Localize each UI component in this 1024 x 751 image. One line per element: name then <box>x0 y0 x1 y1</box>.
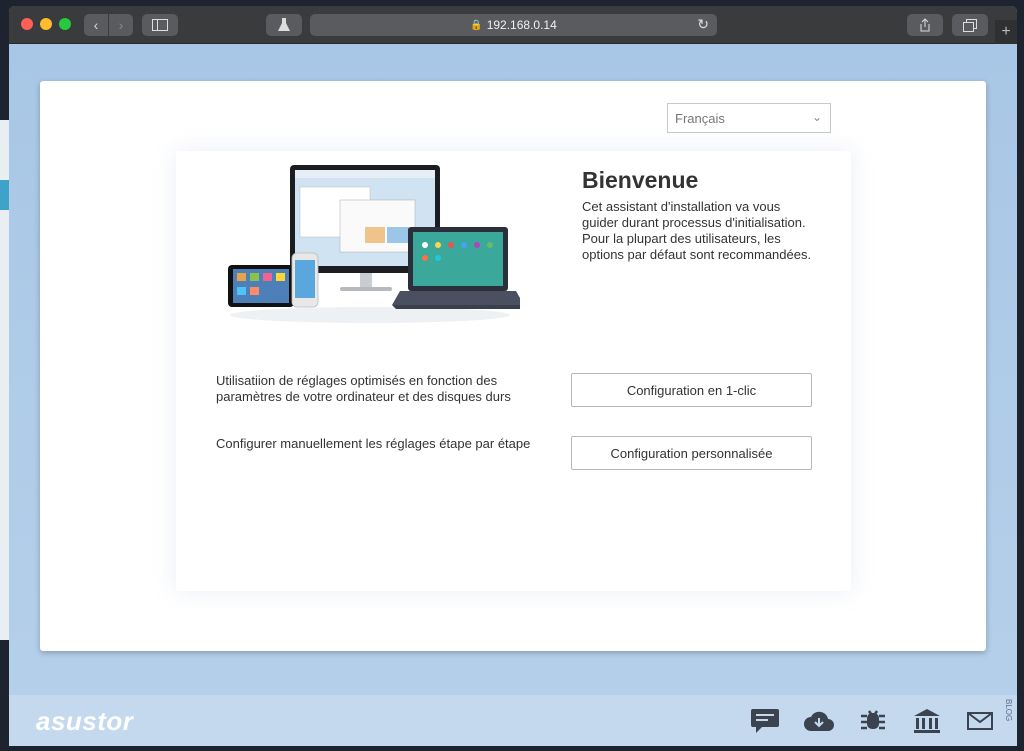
welcome-description: Cet assistant d'installation va vous gui… <box>582 199 812 262</box>
welcome-title: Bienvenue <box>582 167 699 193</box>
sidebar-toggle-button[interactable] <box>142 14 178 36</box>
address-bar[interactable]: 🔒 192.168.0.14 ↻ <box>310 14 717 36</box>
custom-config-description: Configurer manuellement les réglages éta… <box>216 436 531 451</box>
tab-overview-button[interactable] <box>952 14 988 36</box>
asustor-logo: asustor <box>36 706 134 736</box>
flask-icon <box>278 18 290 31</box>
one-click-description: Utilisatiion de réglages optimisés en fo… <box>216 373 511 404</box>
setup-wizard-card: Français ⌄ Bienvenue Cet assistant d'ins… <box>40 81 986 651</box>
browser-toolbar: ‹ › 🔒 192.168.0.14 ↻ + <box>9 6 1017 44</box>
sidebar-icon <box>152 19 168 31</box>
mail-icon[interactable] <box>964 707 996 735</box>
url-text: 192.168.0.14 <box>486 18 557 32</box>
wizard-panel: Bienvenue Cet assistant d'installation v… <box>176 151 851 591</box>
develop-button[interactable] <box>266 14 302 36</box>
browser-window: ‹ › 🔒 192.168.0.14 ↻ + Français ⌄ Bienve… <box>9 6 1017 746</box>
desktop-widget <box>0 180 9 210</box>
bug-icon[interactable] <box>857 707 889 735</box>
desktop-edge <box>0 120 9 640</box>
bank-icon[interactable] <box>911 707 943 735</box>
minimize-window-button[interactable] <box>40 18 52 30</box>
tabs-icon <box>963 18 977 32</box>
language-select[interactable]: Français ⌄ <box>667 103 831 133</box>
chevron-down-icon: ⌄ <box>811 110 822 124</box>
zoom-window-button[interactable] <box>59 18 71 30</box>
share-icon <box>920 18 930 32</box>
back-button[interactable]: ‹ <box>84 14 108 36</box>
devices-illustration <box>228 165 520 323</box>
chevron-right-icon: › <box>118 17 124 33</box>
new-tab-button[interactable]: + <box>995 20 1017 44</box>
setup-page: Français ⌄ Bienvenue Cet assistant d'ins… <box>9 44 1017 746</box>
reload-icon[interactable]: ↻ <box>697 16 709 33</box>
language-selected-value: Français <box>675 111 725 126</box>
cloud-download-icon[interactable] <box>803 707 835 735</box>
lock-icon: 🔒 <box>470 19 483 31</box>
blog-watermark: BLOG <box>1004 699 1013 722</box>
footer-bar: asustor BLOG <box>9 695 1017 746</box>
custom-config-button[interactable]: Configuration personnalisée <box>571 436 812 470</box>
share-button[interactable] <box>907 14 943 36</box>
one-click-config-button[interactable]: Configuration en 1-clic <box>571 373 812 407</box>
chevron-left-icon: ‹ <box>93 17 99 33</box>
forward-button[interactable]: › <box>109 14 133 36</box>
close-window-button[interactable] <box>21 18 33 30</box>
chat-icon[interactable] <box>749 707 781 735</box>
